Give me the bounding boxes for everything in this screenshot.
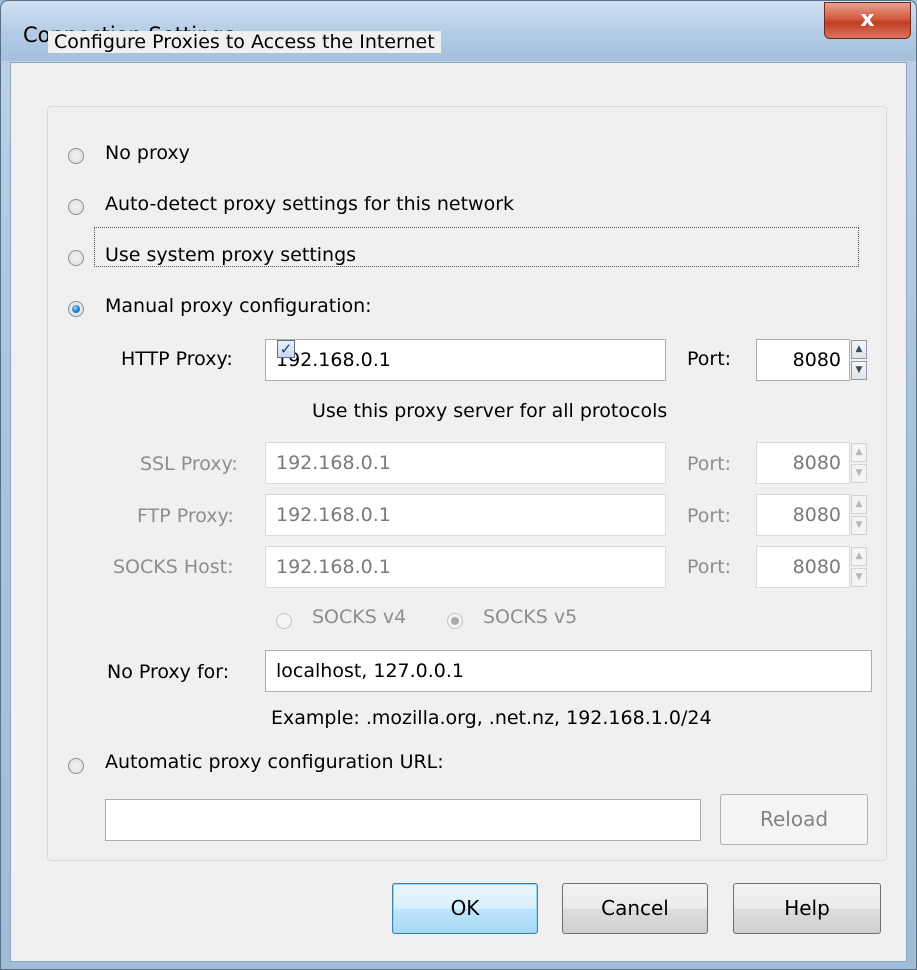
cancel-button[interactable]: Cancel [562, 883, 708, 934]
system-proxy-radio[interactable] [68, 250, 84, 266]
spin-up-icon[interactable]: ▲ [851, 547, 867, 566]
no-proxy-example: Example: .mozilla.org, .net.nz, 192.168.… [271, 707, 712, 729]
spin-down-icon[interactable]: ▼ [851, 361, 867, 380]
socks-host-label: SOCKS Host: [113, 556, 234, 578]
no-proxy-label[interactable]: No proxy [105, 142, 190, 164]
ftp-port-input[interactable]: 8080 [756, 494, 850, 536]
ssl-proxy-label: SSL Proxy: [140, 453, 238, 475]
socks-host-input[interactable]: 192.168.0.1 [265, 546, 666, 588]
auto-detect-label[interactable]: Auto-detect proxy settings for this netw… [105, 193, 514, 215]
spin-up-icon[interactable]: ▲ [851, 443, 867, 462]
ok-button[interactable]: OK [392, 883, 538, 934]
socks-port-label: Port: [687, 556, 732, 578]
http-proxy-input[interactable]: 192.168.0.1 [265, 339, 666, 381]
auto-url-label[interactable]: Automatic proxy configuration URL: [105, 751, 444, 773]
http-port-input[interactable]: 8080 [756, 339, 850, 381]
auto-detect-radio[interactable] [68, 199, 84, 215]
manual-proxy-label[interactable]: Manual proxy configuration: [105, 295, 372, 317]
auto-url-input[interactable] [105, 799, 701, 841]
no-proxy-radio[interactable] [68, 148, 84, 164]
ssl-port-spinner[interactable]: ▲ ▼ [851, 443, 867, 483]
socks-port-input[interactable]: 8080 [756, 546, 850, 588]
no-proxy-for-label: No Proxy for: [107, 661, 230, 683]
help-button[interactable]: Help [733, 883, 881, 934]
reload-button[interactable]: Reload [720, 794, 868, 845]
http-port-label: Port: [687, 348, 732, 370]
share-all-label[interactable]: Use this proxy server for all protocols [312, 400, 667, 422]
spin-up-icon[interactable]: ▲ [851, 340, 867, 359]
auto-url-radio[interactable] [68, 758, 84, 774]
spin-down-icon[interactable]: ▼ [851, 516, 867, 535]
ftp-port-spinner[interactable]: ▲ ▼ [851, 495, 867, 535]
http-port-spinner[interactable]: ▲ ▼ [851, 340, 867, 380]
socks-port-spinner[interactable]: ▲ ▼ [851, 547, 867, 587]
group-legend: Configure Proxies to Access the Internet [48, 31, 441, 53]
share-all-checkbox[interactable]: ✓ [277, 340, 295, 358]
spin-up-icon[interactable]: ▲ [851, 495, 867, 514]
manual-proxy-radio[interactable] [68, 301, 84, 317]
close-button[interactable]: x [824, 2, 911, 39]
http-proxy-label: HTTP Proxy: [121, 348, 233, 370]
no-proxy-for-input[interactable]: localhost, 127.0.0.1 [265, 650, 872, 692]
focus-rectangle [94, 227, 859, 267]
ssl-proxy-input[interactable]: 192.168.0.1 [265, 442, 666, 484]
socks-v4-radio[interactable] [276, 613, 292, 629]
socks-v5-radio[interactable] [447, 613, 463, 629]
ssl-port-label: Port: [687, 453, 732, 475]
ftp-port-label: Port: [687, 505, 732, 527]
socks-v4-label[interactable]: SOCKS v4 [312, 606, 406, 628]
spin-down-icon[interactable]: ▼ [851, 464, 867, 483]
ftp-proxy-input[interactable]: 192.168.0.1 [265, 494, 666, 536]
spin-down-icon[interactable]: ▼ [851, 568, 867, 587]
socks-v5-label[interactable]: SOCKS v5 [483, 606, 577, 628]
ftp-proxy-label: FTP Proxy: [137, 505, 234, 527]
ssl-port-input[interactable]: 8080 [756, 442, 850, 484]
